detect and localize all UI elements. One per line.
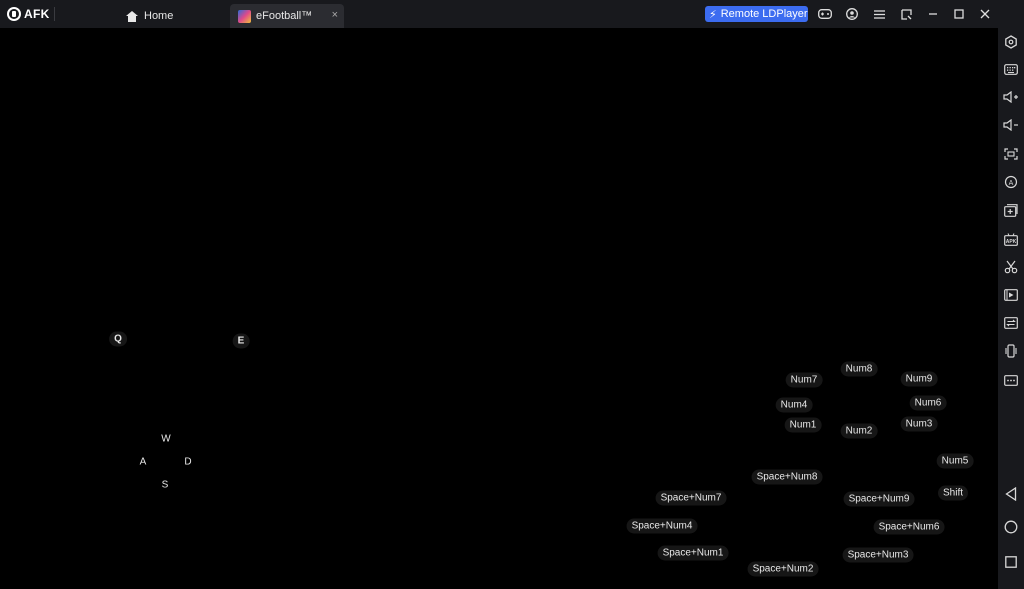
key-num6[interactable]: Num6 — [909, 395, 947, 411]
close-icon[interactable] — [977, 6, 993, 22]
remote-ldplayer-label: Remote LDPlayer — [720, 8, 808, 20]
svg-text:A: A — [1009, 180, 1014, 187]
tab-home-label: Home — [144, 10, 174, 22]
key-s[interactable]: S — [157, 478, 174, 493]
bolt-icon: ⚡ — [709, 8, 717, 21]
key-num4[interactable]: Num4 — [775, 397, 813, 413]
key-num1[interactable]: Num1 — [784, 417, 822, 433]
home-circle-icon[interactable] — [1003, 519, 1019, 535]
screenshot-icon[interactable] — [1003, 146, 1019, 162]
key-a[interactable]: A — [135, 455, 152, 470]
tab-close-icon[interactable]: × — [332, 9, 338, 21]
title-divider — [54, 7, 55, 21]
key-num9[interactable]: Num9 — [900, 371, 938, 387]
menu-icon[interactable] — [871, 6, 887, 22]
right-toolbar: A APK — [998, 28, 1024, 589]
shake-icon[interactable] — [1003, 343, 1019, 359]
key-space-num7[interactable]: Space+Num7 — [655, 490, 727, 506]
scissors-icon[interactable] — [1003, 259, 1019, 275]
tab-efootball[interactable]: eFootball™ × — [230, 4, 344, 28]
key-shift[interactable]: Shift — [937, 485, 969, 501]
recent-apps-icon[interactable] — [1003, 554, 1019, 570]
efootball-app-icon — [238, 9, 251, 23]
key-space-num3[interactable]: Space+Num3 — [842, 547, 914, 563]
key-space-num9[interactable]: Space+Num9 — [843, 491, 915, 507]
key-e[interactable]: E — [232, 333, 250, 349]
key-d[interactable]: D — [179, 455, 196, 470]
minimize-icon[interactable] — [925, 6, 941, 22]
title-bar: AFK Home eFootball™ × ⚡ Remote LDPlayer — [0, 0, 1024, 28]
more-icon[interactable] — [1003, 372, 1019, 388]
key-w[interactable]: W — [156, 432, 175, 447]
back-icon[interactable] — [1003, 486, 1019, 502]
ldplayer-logo-icon — [7, 7, 21, 21]
sync-icon[interactable]: A — [1003, 174, 1019, 190]
logo-text: AFK — [24, 7, 50, 21]
key-num2[interactable]: Num2 — [840, 423, 878, 439]
operations-icon[interactable] — [1003, 315, 1019, 331]
remote-ldplayer-button[interactable]: ⚡ Remote LDPlayer — [705, 6, 808, 22]
record-icon[interactable] — [1003, 287, 1019, 303]
key-q[interactable]: Q — [109, 331, 127, 347]
key-num3[interactable]: Num3 — [900, 416, 938, 432]
volume-down-icon[interactable] — [1003, 117, 1019, 133]
settings-icon[interactable] — [1003, 34, 1019, 50]
key-num8[interactable]: Num8 — [840, 361, 878, 377]
volume-up-icon[interactable] — [1003, 89, 1019, 105]
svg-text:APK: APK — [1006, 239, 1017, 245]
maximize-icon[interactable] — [951, 6, 967, 22]
gamepad-icon[interactable] — [817, 6, 833, 22]
keyboard-icon[interactable] — [1003, 61, 1019, 77]
tab-home[interactable]: Home — [116, 4, 226, 28]
home-icon — [126, 10, 138, 22]
key-space-num8[interactable]: Space+Num8 — [751, 469, 823, 485]
game-viewport[interactable]: Q E W A D S Num8 Num7 Num9 Num4 Num6 Num… — [0, 28, 998, 589]
add-apk-icon[interactable] — [1003, 202, 1019, 218]
account-icon[interactable] — [844, 6, 860, 22]
key-num7[interactable]: Num7 — [785, 372, 823, 388]
key-space-num1[interactable]: Space+Num1 — [657, 545, 729, 561]
key-num5[interactable]: Num5 — [936, 453, 974, 469]
apk-icon[interactable]: APK — [1003, 231, 1019, 247]
key-space-num6[interactable]: Space+Num6 — [873, 519, 945, 535]
app-logo: AFK — [7, 6, 50, 22]
window-icon[interactable] — [898, 6, 914, 22]
key-space-num2[interactable]: Space+Num2 — [747, 561, 819, 577]
key-space-num4[interactable]: Space+Num4 — [626, 518, 698, 534]
tab-efootball-label: eFootball™ — [256, 10, 313, 22]
